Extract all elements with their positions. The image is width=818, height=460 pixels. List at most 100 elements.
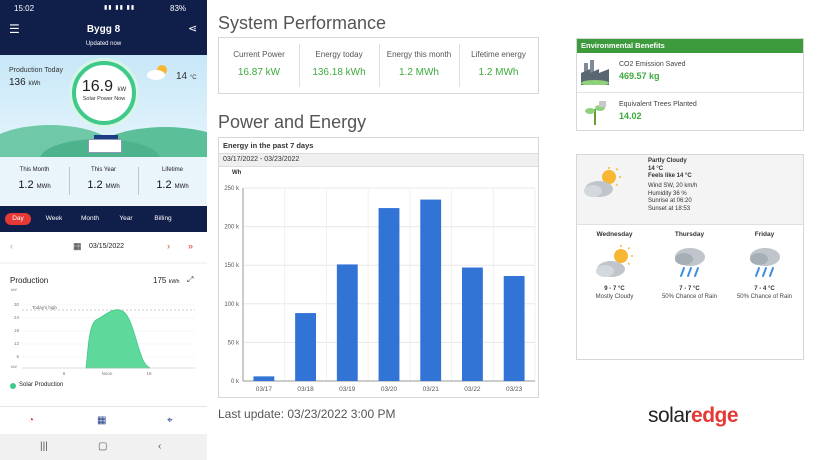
energy-totals: This Month 1.2 MWh This Year 1.2 MWh Lif…	[0, 157, 207, 204]
solaredge-logo: solaredge	[648, 404, 739, 428]
x-tick-label: 03/17	[256, 386, 273, 393]
total-this-year: This Year 1.2 MWh	[69, 157, 138, 204]
partly-cloudy-icon	[584, 167, 621, 197]
factory-icon	[581, 60, 609, 85]
temperature: 14 °C	[176, 71, 197, 82]
power-energy-title: Power and Energy	[218, 112, 367, 132]
y-tick: 24	[14, 315, 20, 320]
tab-week[interactable]: Week	[40, 213, 68, 225]
weather-widget: Partly Cloudy 14 °C Feels like 14 °C Win…	[576, 154, 804, 360]
y-unit-bottom: kW	[11, 364, 17, 369]
status-bar: 15:02 ▮▮ ▮▮ ▮▮ 83%	[0, 0, 207, 17]
legend-label: Solar Production	[19, 382, 64, 388]
y-unit-top: kW	[11, 287, 17, 292]
today-condition: Partly Cloudy	[648, 158, 687, 164]
forecast-day: Thursday 7 - 7 °C 50% Chance of Rain	[652, 227, 727, 357]
y-tick: 12	[14, 341, 20, 346]
chevron-left-icon[interactable]: ‹	[10, 241, 13, 251]
rain-icon	[749, 248, 780, 277]
house-icon	[88, 139, 122, 153]
x-tick: 6	[63, 371, 66, 376]
logo-text: solar	[648, 404, 692, 427]
back-icon[interactable]: ‹	[158, 441, 161, 452]
battery-level: 83%	[170, 4, 187, 13]
kpi-energy-month: Energy this month 1.2 MWh	[379, 38, 459, 93]
today-feels-like: Feels like 14 °C	[648, 173, 692, 179]
y-tick-label: 100 k	[224, 302, 240, 308]
total-value: 1.2 MWh	[18, 179, 51, 191]
bar	[253, 376, 275, 381]
kpi-value: 136.18 kWh	[312, 67, 366, 78]
today-wind: Wind SW, 20 km/h	[648, 183, 698, 189]
co2-row: CO2 Emission Saved 469.57 kg	[577, 53, 803, 92]
location-icon[interactable]: ⌖	[167, 415, 173, 426]
today-temp: 14 °C	[648, 166, 664, 172]
kpi-energy-today: Energy today 136.18 kWh	[299, 38, 379, 93]
selected-date[interactable]: 03/15/2022	[89, 243, 124, 250]
date-navigator: ‹ ▦ 03/15/2022 › »	[0, 232, 207, 262]
y-tick-label: 200 k	[224, 225, 240, 231]
trees-label: Equivalent Trees Planted	[619, 101, 697, 108]
kpi-current-power: Current Power 16.87 kW	[219, 38, 299, 93]
production-curve	[85, 309, 151, 369]
signal-icon: ▮▮ ▮▮ ▮▮	[104, 5, 136, 11]
today-humidity: Humidity 36 %	[648, 191, 687, 197]
tab-year[interactable]: Year	[113, 213, 139, 225]
x-tick-label: 03/19	[339, 386, 356, 393]
power-now-value: 16.9 kW	[81, 78, 127, 95]
share-icon[interactable]: ⋖	[188, 22, 197, 35]
total-lifetime: Lifetime 1.2 MWh	[138, 157, 207, 204]
x-tick-label: 03/23	[506, 386, 523, 393]
logo-text-accent: edge	[691, 404, 739, 427]
mobile-app-panel: 15:02 ▮▮ ▮▮ ▮▮ 83% ☰ Bygg 8 Updated now …	[0, 0, 207, 460]
kpi-label: Lifetime energy	[471, 50, 526, 59]
forecast-day-name: Friday	[754, 231, 775, 238]
x-tick-label: 03/22	[464, 386, 481, 393]
home-icon[interactable]: ▢	[98, 441, 107, 452]
recent-apps-icon[interactable]: |||	[40, 441, 48, 452]
app-bar: ☰ Bygg 8 Updated now ⋖	[0, 17, 207, 55]
bar	[503, 276, 525, 381]
partly-cloudy-icon	[595, 245, 633, 277]
co2-label: CO2 Emission Saved	[619, 61, 686, 68]
kpi-lifetime-energy: Lifetime energy 1.2 MWh	[459, 38, 538, 93]
bar	[420, 199, 442, 381]
x-tick-label: 03/20	[381, 386, 398, 393]
y-tick: 6	[16, 354, 19, 359]
tab-billing[interactable]: Billing	[148, 213, 178, 225]
total-label: Lifetime	[161, 167, 183, 173]
forecast-description: 50% Chance of Rain	[661, 294, 718, 300]
tab-day[interactable]: Day	[5, 213, 31, 225]
power-now-label: Solar Power Now	[82, 96, 126, 102]
kpi-value: 1.2 MWh	[478, 67, 519, 78]
forecast-day-name: Thursday	[674, 231, 705, 238]
site-title: Bygg 8	[86, 24, 121, 35]
tree-icon	[585, 101, 606, 125]
co2-value: 469.57 kg	[619, 71, 660, 81]
dashboard-icon[interactable]: ◔	[28, 415, 34, 426]
environmental-benefits: Environmental Benefits CO2 Emission Save…	[576, 38, 804, 131]
bar	[295, 313, 316, 381]
forecast-temps: 9 - 7 °C	[604, 286, 625, 292]
production-today-label: Production Today	[9, 67, 63, 74]
status-time: 15:02	[14, 4, 35, 13]
period-tabs: Day Week Month Year Billing	[0, 206, 207, 232]
production-card: Production 175 kWh ⤢ kW kW 30 24 18 12 6…	[0, 264, 207, 406]
calendar-icon[interactable]: ▦	[73, 241, 82, 252]
layout-icon[interactable]: ▦	[97, 415, 106, 426]
energy-bar-chart: 0 k 50 k 100 k 150 k 200 k 250 k 03/17 03/18 03/…	[224, 186, 536, 393]
forecast-day-name: Wednesday	[596, 231, 633, 238]
kpi-label: Energy this month	[386, 50, 452, 59]
legend-swatch	[10, 383, 16, 389]
tab-month[interactable]: Month	[76, 213, 104, 225]
environmental-title: Environmental Benefits	[577, 39, 803, 53]
y-tick-label: 0 k	[231, 379, 240, 385]
todays-high-label: Today's high	[32, 305, 57, 310]
chevron-right-icon[interactable]: ›	[167, 241, 170, 251]
forecast-day: Friday 7 - 4 °C 50% Chance of Rain	[727, 227, 802, 357]
forecast-day: Wednesday 9 - 7 °C Mostly Cloudy	[577, 227, 652, 357]
kpi-label: Energy today	[315, 50, 363, 59]
total-value: 1.2 MWh	[87, 179, 120, 191]
skip-to-latest-icon[interactable]: »	[188, 241, 193, 251]
x-tick-label: 03/21	[423, 386, 440, 393]
